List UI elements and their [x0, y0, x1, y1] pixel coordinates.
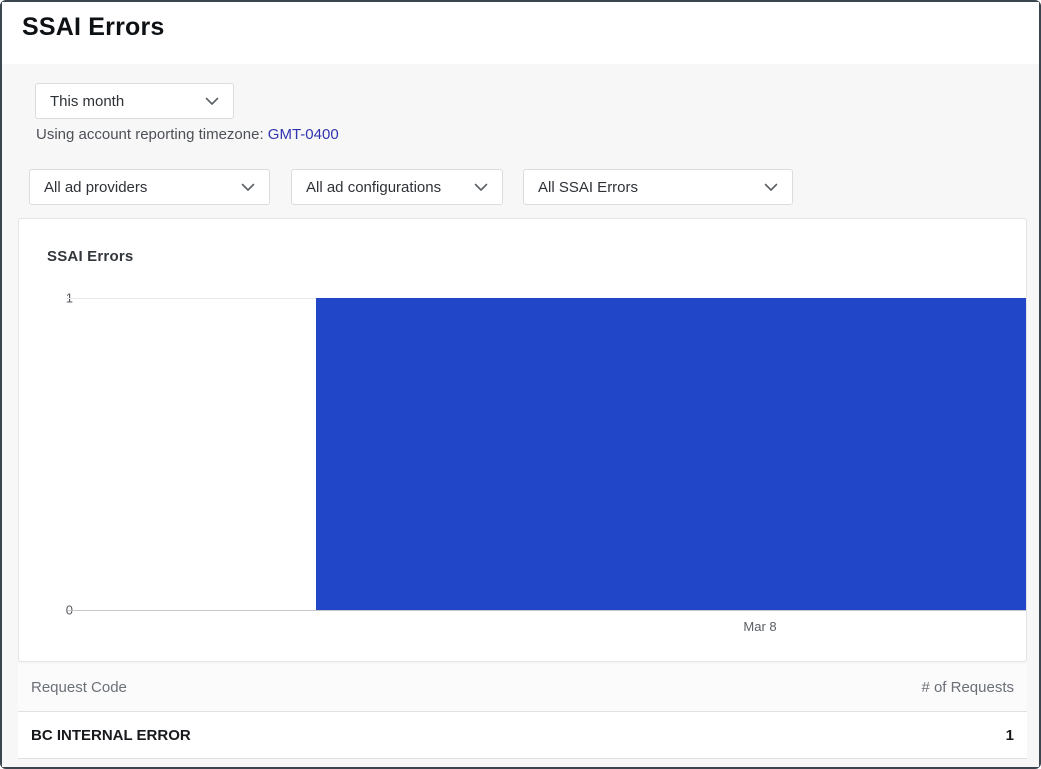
timezone-note-text: Using account reporting timezone:	[36, 126, 268, 143]
page-header: SSAI Errors	[2, 2, 1039, 64]
chevron-down-icon	[474, 183, 488, 192]
page-title: SSAI Errors	[22, 13, 165, 42]
ssai-errors-select-value: All SSAI Errors	[538, 179, 752, 196]
chevron-down-icon	[205, 97, 219, 106]
ssai-errors-select[interactable]: All SSAI Errors	[523, 169, 793, 205]
ad-configurations-select-value: All ad configurations	[306, 179, 462, 196]
period-select[interactable]: This month	[35, 83, 234, 119]
chevron-down-icon	[241, 183, 255, 192]
chevron-down-icon	[764, 183, 778, 192]
timezone-link[interactable]: GMT-0400	[268, 126, 339, 143]
table-header-row: Request Code # of Requests	[18, 664, 1027, 712]
ad-configurations-select[interactable]: All ad configurations	[291, 169, 503, 205]
timezone-note: Using account reporting timezone: GMT-04…	[36, 126, 339, 144]
column-request-code: Request Code	[31, 679, 921, 696]
results-table: Request Code # of Requests BC INTERNAL E…	[18, 664, 1027, 759]
x-axis-line	[67, 610, 1026, 611]
cell-request-code: BC INTERNAL ERROR	[31, 727, 1006, 744]
x-axis-label: Mar 8	[743, 619, 776, 634]
ad-providers-select[interactable]: All ad providers	[29, 169, 270, 205]
chart-panel: SSAI Errors 1 0 Mar 8	[18, 218, 1027, 662]
content-area: This month Using account reporting timez…	[2, 64, 1039, 767]
ad-providers-select-value: All ad providers	[44, 179, 229, 196]
period-select-value: This month	[50, 93, 193, 110]
error-count-bar	[316, 298, 1026, 610]
column-num-requests: # of Requests	[921, 679, 1014, 696]
bar-chart: 1 0 Mar 8	[19, 219, 1026, 661]
cell-num-requests: 1	[1006, 727, 1014, 744]
table-row: BC INTERNAL ERROR 1	[18, 712, 1027, 759]
